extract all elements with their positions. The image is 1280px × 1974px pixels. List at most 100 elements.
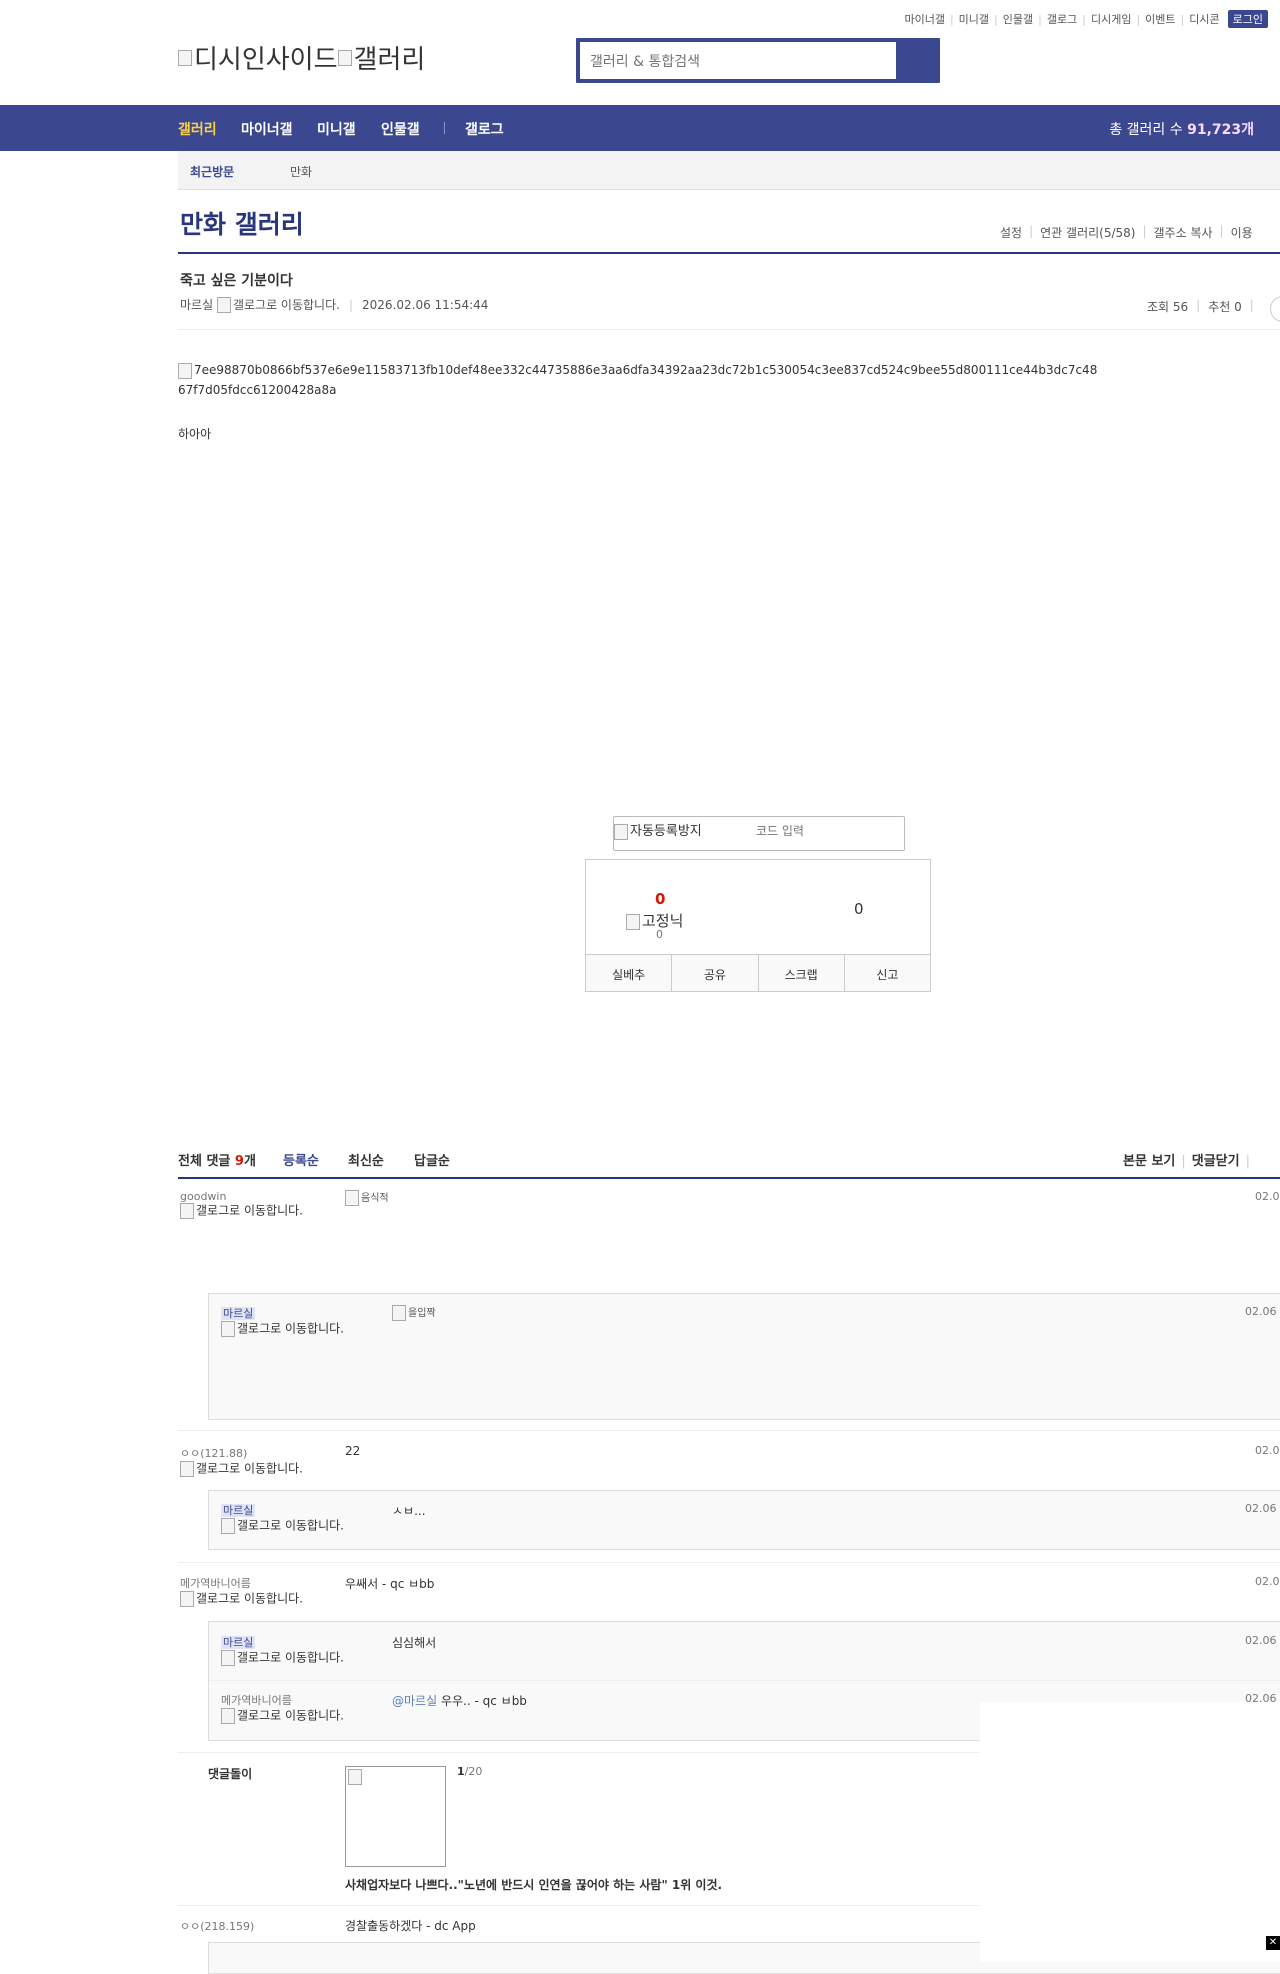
reply-author[interactable]: 마르실 갤로그로 이동합니다. [221,1305,345,1337]
report-button[interactable]: 신고 [845,955,930,991]
top-link-mini[interactable]: 미니갤 [959,11,989,27]
nav-gallog[interactable]: 갤로그 [465,119,504,139]
reply-author[interactable]: 메가역바니어름 갤로그로 이동합니다. [221,1692,345,1724]
comment-author[interactable]: ㅇㅇ(218.159) [180,1918,254,1934]
divider [178,1562,1280,1563]
sort-by-registered[interactable]: 등록순 [283,1150,319,1169]
top-link-dcgame[interactable]: 디시게임 [1091,11,1131,27]
comment-nick[interactable]: 마르실 [221,1504,256,1517]
gallog-link[interactable]: 갤로그로 이동합니다. [180,1591,304,1607]
recent-visit-bar: 최근방문 만화 [178,151,1280,190]
comment-nick[interactable]: 메가역바니어름 [180,1575,304,1591]
comment-bot-image[interactable] [345,1766,446,1867]
comment-text: 우우.. - qc ㅂbb [440,1694,527,1708]
close-icon[interactable]: ✕ [1266,1936,1280,1950]
broken-image-icon [178,49,192,66]
gallog-link[interactable]: 갤로그로 이동합니다. [221,1321,345,1337]
real-best-button[interactable]: 실베추 [586,955,673,991]
blank-overlay [980,1702,1280,1962]
recent-gallery-link[interactable]: 만화 [290,163,312,180]
comment-nick[interactable]: ㅇㅇ [180,1447,200,1460]
comment-nick[interactable]: 마르실 [221,1636,256,1649]
share-button[interactable]: 공유 [672,955,759,991]
comments-total: 전체 댓글 9개 [178,1150,256,1169]
broken-image-icon [216,296,231,313]
comment-author[interactable]: goodwin 갤로그로 이동합니다. [180,1190,304,1219]
gallog-link[interactable]: 갤로그로 이동합니다. [233,296,340,313]
post-recommends: 추천 0 [1208,300,1242,314]
nav-minor[interactable]: 마이너갤 [241,119,293,139]
comment-bot-headline[interactable]: 사채업자보다 나쁘다.."노년에 반드시 인연을 끊어야 하는 사람" 1위 이… [345,1876,722,1893]
comment-author[interactable]: 메가역바니어름 갤로그로 이동합니다. [180,1575,304,1607]
sort-by-latest[interactable]: 최신순 [348,1150,384,1169]
total-galleries-value: 91,723개 [1187,122,1254,138]
nav-divider [444,122,445,134]
comment-count-button[interactable] [1270,296,1280,322]
nav-gallery[interactable]: 갤러리 [178,119,217,139]
site-logo[interactable]: 디시인사이드 갤러리 [178,39,425,76]
gallog-link[interactable]: 갤로그로 이동합니다. [221,1650,345,1666]
gallog-link[interactable]: 갤로그로 이동합니다. [180,1461,304,1477]
gallog-link-text: 갤로그로 이동합니다. [196,1203,303,1218]
top-link-minor[interactable]: 마이너갤 [904,11,944,27]
comment-date: 02.0 [1255,1444,1280,1457]
gallog-link[interactable]: 갤로그로 이동합니다. [221,1518,345,1534]
captcha-box: 자동등록방지 [613,816,905,851]
nav-person[interactable]: 인물갤 [381,119,420,139]
post-author[interactable]: 마르실 [180,296,213,313]
gallog-link-text: 갤로그로 이동합니다. [237,1518,344,1533]
copy-gallery-url-link[interactable]: 갤주소 복사 [1154,224,1213,241]
nav-mini[interactable]: 미니갤 [317,119,356,139]
close-comments-button[interactable]: 댓글닫기 [1192,1154,1240,1169]
comment-bot-pager: 1/20 [457,1765,482,1778]
comment-nick[interactable]: 마르실 [221,1307,256,1320]
search-input[interactable] [580,42,892,81]
reply-author[interactable]: 마르실 갤로그로 이동합니다. [221,1634,345,1666]
top-link-dccon[interactable]: 디시콘 [1189,11,1219,27]
comments-count-unit: 개 [243,1154,256,1169]
broken-image-icon [221,1650,235,1666]
view-post-button[interactable]: 본문 보기 [1123,1154,1175,1169]
broken-image-icon [180,1203,194,1219]
search-button[interactable] [900,38,940,83]
login-button[interactable]: 로그인 [1227,10,1268,28]
broken-image-icon [178,362,192,379]
comment-dccon[interactable]: 음식적 [345,1190,389,1206]
related-galleries-link[interactable]: 연관 갤러리(5/58) [1040,224,1135,241]
comment-nick[interactable]: goodwin [180,1190,304,1203]
vote-actions: 실베추 공유 스크랩 신고 [586,954,930,991]
captcha-input[interactable] [754,823,898,839]
comment-text: ㅅㅂ... [392,1504,426,1518]
comment-ip: (218.159) [200,1920,255,1933]
post-image[interactable]: 7ee98870b0866bf537e6e9e11583713fb10def48… [178,360,1098,400]
top-link-event[interactable]: 이벤트 [1145,11,1175,27]
gallog-link[interactable]: 갤로그로 이동합니다. [221,1708,345,1724]
post-body-text: 하아아 [178,427,212,441]
reply-item [208,1490,1280,1550]
comment-text: 22 [345,1444,361,1458]
gallery-usage-link[interactable]: 이용 [1231,224,1253,241]
top-link-gallog[interactable]: 갤로그 [1047,11,1077,27]
comments-count: 9 [234,1154,244,1169]
top-link-person[interactable]: 인물갤 [1003,11,1033,27]
comment-dccon[interactable]: 을입짝 [392,1305,436,1321]
sort-by-replies[interactable]: 답글순 [414,1150,450,1169]
total-galleries-label: 총 갤러리 수 [1109,122,1183,138]
post-date: 2026.02.06 11:54:44 [362,297,489,312]
comment-bot-title: 댓글돌이 [208,1767,253,1781]
divider [178,1177,1280,1179]
comment-nick[interactable]: 메가역바니어름 [221,1692,345,1708]
recent-visit-title[interactable]: 최근방문 [190,163,234,180]
comment-nick[interactable]: ㅇㅇ [180,1920,200,1933]
gallery-title[interactable]: 만화 갤러리 [180,205,304,241]
scrap-button[interactable]: 스크랩 [759,955,845,991]
mention-link[interactable]: @마르실 [392,1694,437,1708]
reply-author[interactable]: 마르실 갤로그로 이동합니다. [221,1502,345,1534]
broken-image-icon [337,49,352,66]
broken-image-icon [221,1708,235,1724]
gallog-link[interactable]: 갤로그로 이동합니다. [180,1203,304,1219]
comment-nick-line: ㅇㅇ(121.88) [180,1445,304,1461]
comment-author[interactable]: ㅇㅇ(121.88) 갤로그로 이동합니다. [180,1445,304,1477]
gallery-settings-link[interactable]: 설정 [1000,224,1022,241]
comment-dccon-alt: 을입짝 [408,1308,436,1319]
